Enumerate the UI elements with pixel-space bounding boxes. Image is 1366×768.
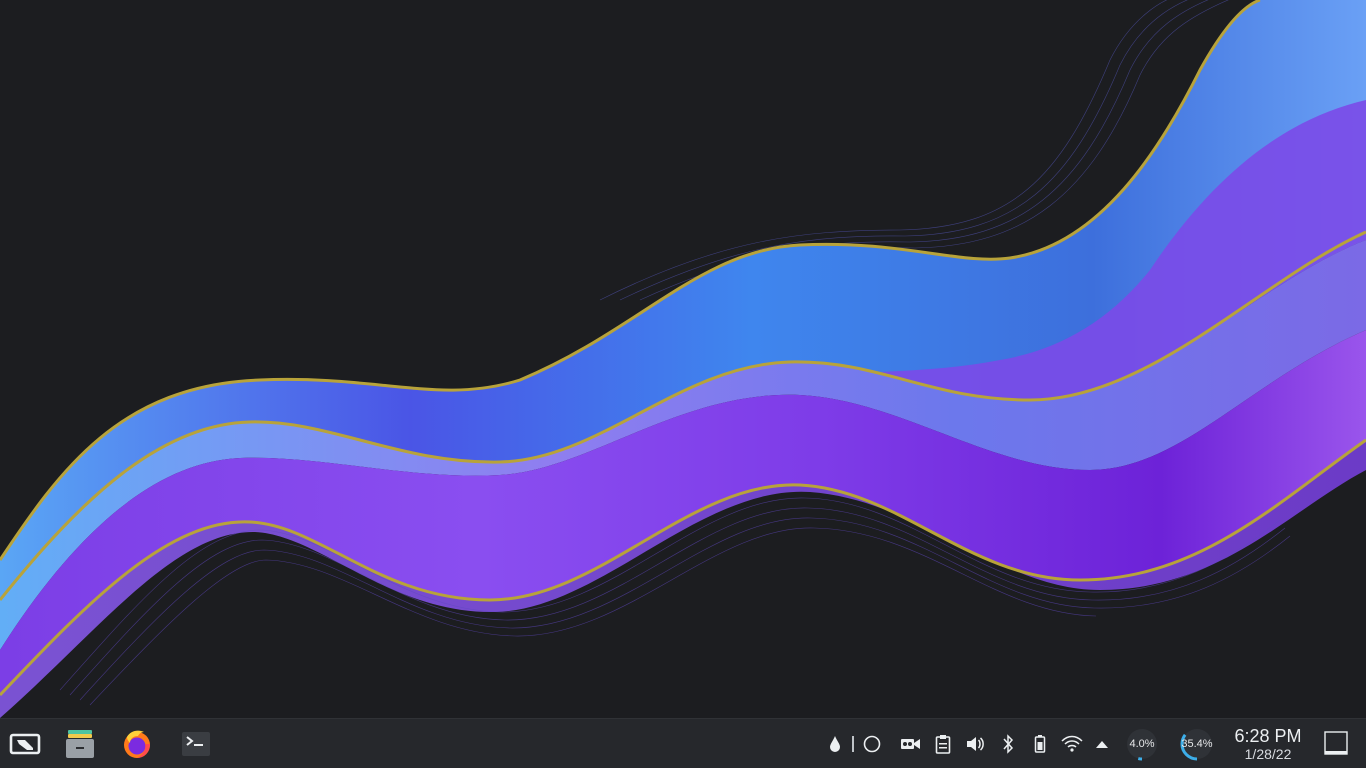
volume-icon[interactable] bbox=[964, 733, 986, 755]
launcher-file-manager[interactable] bbox=[61, 725, 99, 763]
cpu-load-label: 4.0% bbox=[1129, 738, 1155, 750]
memory-load-monitor[interactable]: 35.4% bbox=[1179, 726, 1215, 762]
launcher-gaming-mode[interactable] bbox=[6, 725, 44, 763]
expand-tray-icon[interactable] bbox=[1091, 733, 1113, 755]
gaming-mode-icon bbox=[9, 733, 41, 755]
cpu-load-monitor[interactable]: 4.0% bbox=[1124, 726, 1160, 762]
firefox-icon bbox=[124, 730, 150, 758]
memory-load-label: 35.4% bbox=[1181, 738, 1213, 750]
show-desktop-icon bbox=[1324, 731, 1348, 755]
bluetooth-icon[interactable] bbox=[997, 733, 1019, 755]
wifi-icon[interactable] bbox=[1060, 733, 1084, 755]
taskbar: 4.0% 35.4% 6:28 PM 1/28/22 bbox=[0, 718, 1366, 768]
file-manager-icon bbox=[66, 730, 94, 758]
show-desktop-button[interactable] bbox=[1322, 729, 1354, 759]
clock-time[interactable]: 6:28 PM bbox=[1224, 725, 1312, 747]
video-icon[interactable] bbox=[900, 733, 922, 755]
tray-separator bbox=[843, 733, 863, 755]
clipboard-icon[interactable] bbox=[932, 733, 954, 755]
circle-icon[interactable] bbox=[861, 733, 883, 755]
launcher-terminal[interactable] bbox=[177, 725, 215, 763]
launcher-firefox[interactable] bbox=[118, 725, 156, 763]
battery-icon[interactable] bbox=[1029, 733, 1051, 755]
clock-date[interactable]: 1/28/22 bbox=[1224, 746, 1312, 762]
terminal-icon bbox=[182, 732, 210, 756]
desktop-wallpaper bbox=[0, 0, 1366, 718]
